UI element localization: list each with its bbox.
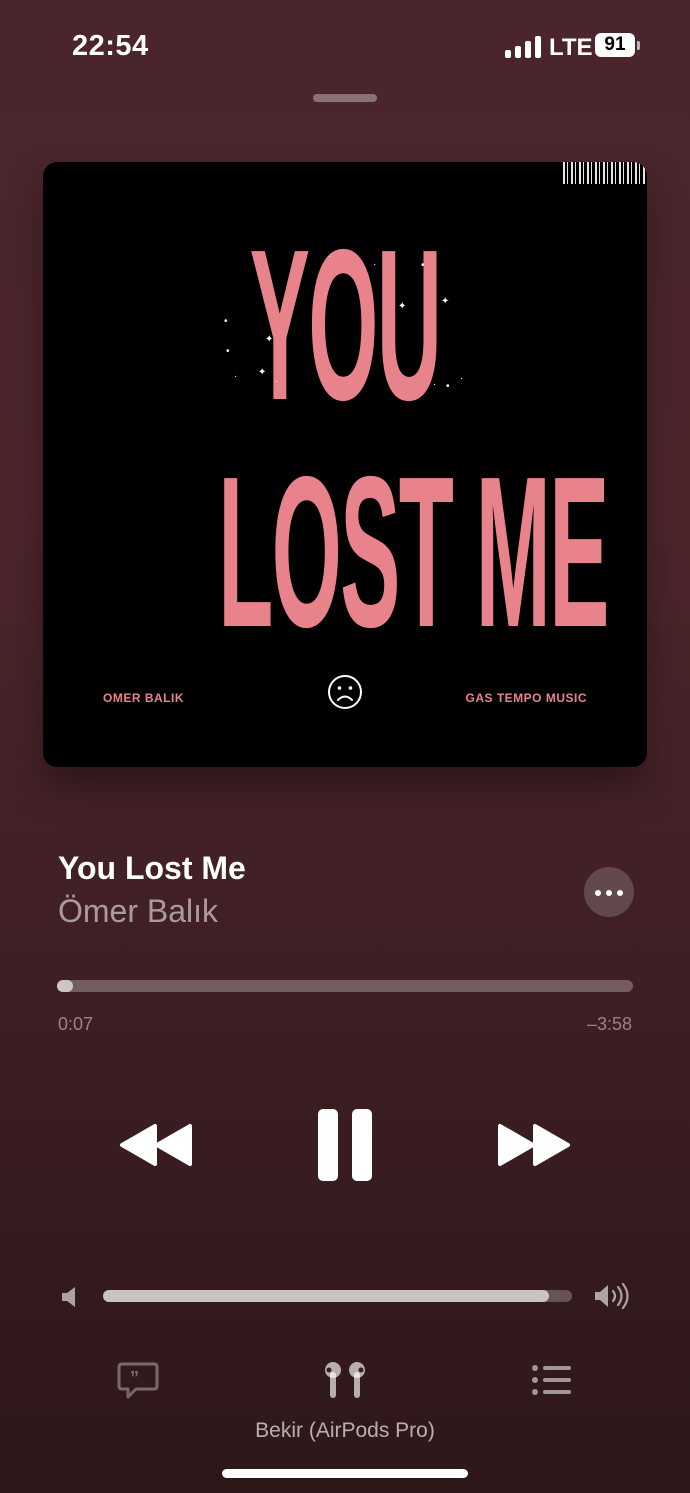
playback-progress-fill (57, 980, 74, 992)
album-artwork: YOU LOST ME • ✦ • ✦ · · · · • ✦ ✦ · • · … (43, 162, 647, 767)
airpods-icon (325, 1362, 365, 1398)
queue-icon (532, 1365, 571, 1395)
battery-level: 91 (595, 33, 635, 57)
artwork-title-line2: LOST ME (218, 431, 609, 672)
lyrics-button[interactable]: ” (116, 1360, 160, 1400)
rewind-icon (120, 1124, 192, 1166)
status-time: 22:54 (72, 30, 149, 62)
network-type: LTE (549, 34, 593, 61)
artwork-artist: OMER BALIK (103, 691, 184, 705)
rewind-button[interactable] (118, 1120, 194, 1170)
sad-face-icon (328, 675, 362, 709)
home-indicator[interactable] (222, 1469, 468, 1478)
airplay-output-button[interactable] (318, 1360, 372, 1400)
volume-level-fill (103, 1290, 549, 1302)
pause-button[interactable] (316, 1107, 374, 1183)
sheet-grabber[interactable] (313, 94, 377, 102)
playback-scrubber[interactable] (57, 980, 633, 992)
volume-slider[interactable] (103, 1290, 572, 1302)
elapsed-time: 0:07 (58, 1014, 94, 1034)
battery-icon: 91 (595, 33, 640, 59)
svg-text:”: ” (130, 1368, 139, 1388)
fast-forward-button[interactable] (496, 1120, 572, 1170)
track-title: You Lost Me (58, 850, 246, 886)
cellular-signal-icon (505, 36, 541, 58)
speaker-high-icon (595, 1282, 629, 1310)
output-device-label[interactable]: Bekir (AirPods Pro) (0, 1419, 690, 1443)
speaker-low-icon (62, 1287, 75, 1307)
track-artist[interactable]: Ömer Balık (58, 893, 218, 930)
artwork-title-line1: YOU (249, 204, 442, 445)
status-bar: 22:54 LTE 91 (0, 0, 690, 90)
queue-button[interactable] (530, 1362, 574, 1398)
pause-icon (318, 1109, 372, 1181)
artwork-label: GAS TEMPO MUSIC (465, 691, 587, 705)
more-options-button[interactable] (584, 867, 634, 917)
fast-forward-icon (498, 1124, 570, 1166)
remaining-time: –3:58 (586, 1014, 632, 1034)
artwork-code (563, 162, 647, 184)
lyrics-icon: ” (117, 1362, 159, 1399)
